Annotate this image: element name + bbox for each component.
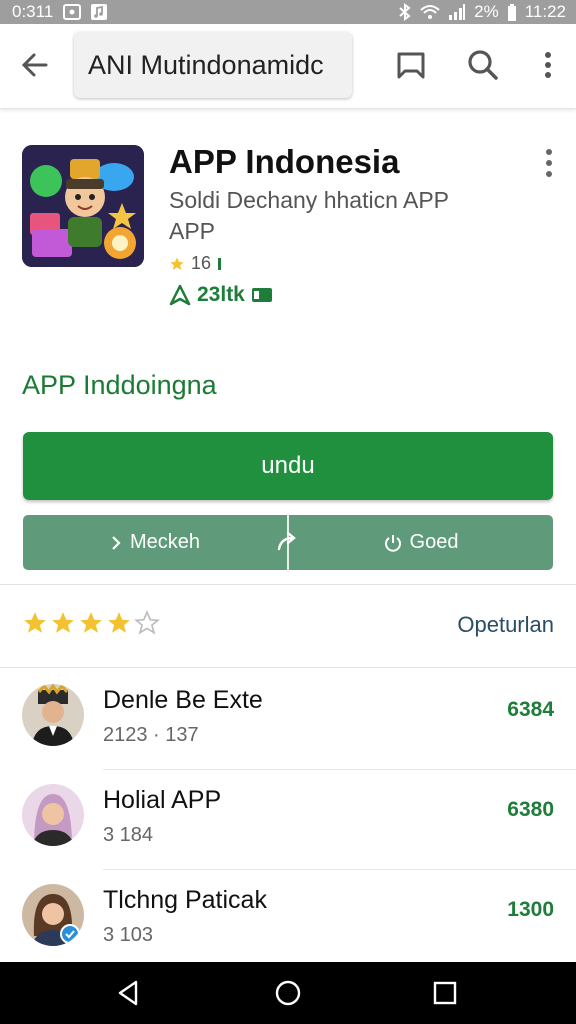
battery-icon [507, 3, 516, 21]
list-item[interactable]: Tlchng Paticak 3 103 1300 [0, 870, 576, 970]
bluetooth-icon [399, 3, 411, 21]
back-arrow-icon[interactable] [18, 48, 52, 82]
nav-back-icon[interactable] [114, 978, 144, 1008]
list-item-subtitle: 2123 · 137 [103, 724, 199, 746]
right-action-label: Goed [409, 531, 459, 553]
app-icon [22, 145, 144, 267]
downloads-value: 23ltk [197, 283, 245, 306]
install-button-label: undu [261, 452, 315, 479]
chevron-right-icon [112, 535, 121, 550]
download-tag-icon [251, 288, 272, 302]
rating-value: 16 [191, 253, 212, 273]
star-filled-icon[interactable] [106, 610, 132, 636]
divider [0, 667, 576, 668]
left-action-label: Meckeh [129, 531, 201, 553]
music-icon [91, 4, 108, 20]
status-bar: 0:311 2% 11:22 [0, 0, 576, 24]
app-title: APP Indonesia [169, 143, 400, 180]
list-item[interactable]: Holial APP 3 184 6380 [0, 770, 576, 870]
list-item-value: 1300 [507, 898, 554, 921]
rating-marker-icon [218, 257, 222, 270]
secondary-actions: Meckeh Goed [23, 515, 553, 570]
star-empty-icon[interactable] [134, 610, 160, 636]
list-item-subtitle: 3 103 [103, 924, 154, 946]
install-button[interactable]: undu [23, 432, 553, 500]
search-input[interactable]: ANI Mutindonamidc [74, 32, 352, 98]
rating-stars[interactable] [22, 610, 160, 636]
nav-recents-icon[interactable] [430, 978, 460, 1008]
avatar [22, 884, 84, 946]
bookmark-icon[interactable] [392, 46, 430, 84]
avatar [22, 784, 84, 846]
left-action-button[interactable]: Meckeh [23, 515, 287, 570]
star-filled-icon[interactable] [50, 610, 76, 636]
battery-percent: 2% [474, 2, 499, 21]
list-item-title: Holial APP [103, 786, 222, 814]
list-item-title: Denle Be Exte [103, 686, 263, 714]
app-rating: 16 [169, 253, 223, 274]
avatar [22, 684, 84, 746]
more-vert-icon[interactable] [529, 46, 567, 84]
nav-home-icon[interactable] [273, 978, 303, 1008]
download-badge-icon [169, 284, 191, 306]
app-downloads: 23ltk [169, 283, 273, 307]
right-action-button[interactable]: Goed [289, 515, 553, 570]
power-icon [384, 534, 401, 552]
list-item-title: Tlchng Paticak [103, 886, 267, 914]
star-icon [170, 256, 184, 270]
share-arrow-icon[interactable] [275, 529, 301, 555]
see-all-link[interactable]: Opeturlan [457, 612, 554, 638]
search-value: ANI Mutindonamidc [88, 49, 324, 80]
section-title: APP Inddoingna [22, 370, 217, 400]
toolbar: ANI Mutindonamidc [0, 24, 576, 109]
status-left-text: 0:311 [12, 2, 54, 21]
signal-icon [449, 4, 466, 20]
list-item-value: 6380 [507, 798, 554, 821]
navigation-bar [0, 962, 576, 1024]
message-icon [63, 4, 82, 20]
list-item-subtitle: 3 184 [103, 824, 154, 846]
list-item-value: 6384 [507, 698, 554, 721]
status-time: 11:22 [524, 2, 566, 21]
app-subtitle: Soldi Dechany hhaticn APP APP [169, 187, 449, 244]
list-item[interactable]: Denle Be Exte 2123 · 137 6384 [0, 670, 576, 770]
app-more-icon[interactable] [540, 148, 558, 178]
divider [0, 584, 576, 585]
split-divider [277, 515, 296, 570]
star-filled-icon[interactable] [22, 610, 48, 636]
wifi-icon [420, 5, 440, 19]
search-icon[interactable] [464, 46, 502, 84]
star-filled-icon[interactable] [78, 610, 104, 636]
